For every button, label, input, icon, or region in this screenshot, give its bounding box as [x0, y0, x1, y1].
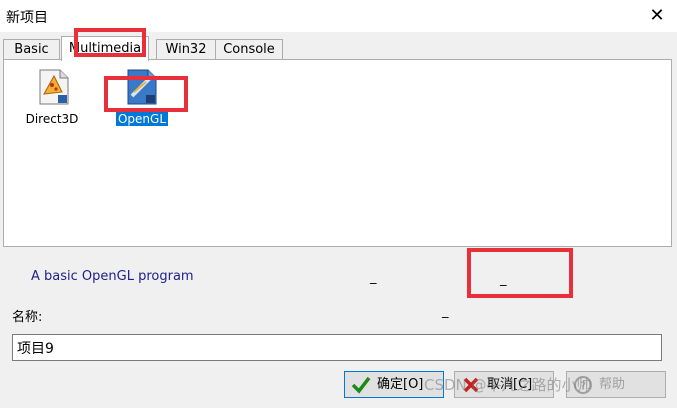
watermark: CSDN @平凡之路的小帅 — [424, 376, 592, 394]
direct3d-template-icon — [39, 69, 69, 105]
checkmark-icon — [351, 376, 371, 394]
opengl-template-icon — [127, 69, 157, 105]
tab-console[interactable]: Console — [215, 39, 283, 59]
placeholder-dash-1: _ — [370, 270, 377, 285]
template-label-direct3d: Direct3D — [25, 112, 79, 126]
placeholder-dash-3: _ — [442, 304, 449, 319]
tab-win32[interactable]: Win32 — [156, 39, 216, 59]
tab-multimedia[interactable]: Multimedia — [61, 36, 149, 61]
close-icon[interactable]: ✕ — [645, 4, 669, 28]
template-list: Direct3D OpenGL — [3, 59, 672, 247]
ok-button-label: 确定[O] — [377, 377, 424, 392]
help-button-label: 帮助 — [599, 377, 626, 392]
tab-strip: Basic Multimedia Win32 Console — [3, 36, 675, 61]
highlight-box-dash — [467, 248, 573, 298]
name-input[interactable] — [12, 334, 662, 361]
title-bar: 新项目 ✕ — [0, 0, 677, 32]
tab-basic[interactable]: Basic — [3, 39, 60, 59]
template-description: A basic OpenGL program — [31, 269, 194, 284]
template-item-direct3d[interactable]: Direct3D — [12, 68, 92, 128]
template-label-opengl: OpenGL — [115, 112, 169, 126]
name-label: 名称: — [12, 310, 43, 325]
template-item-opengl[interactable]: OpenGL — [102, 68, 182, 128]
placeholder-dash-2: _ — [500, 272, 507, 287]
window-title: 新项目 — [6, 10, 48, 26]
